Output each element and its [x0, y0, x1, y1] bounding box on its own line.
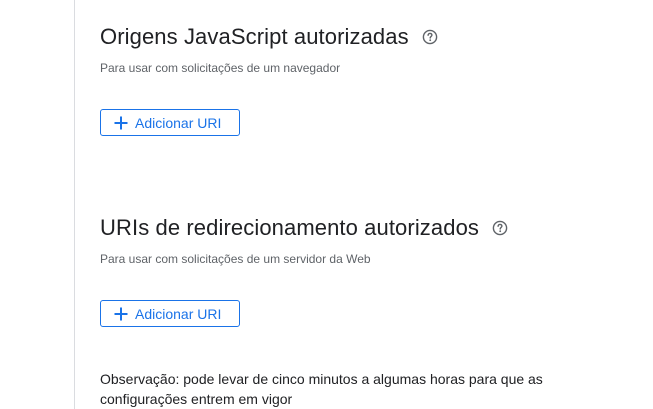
add-redirect-uri-button[interactable]: Adicionar URI — [100, 300, 240, 327]
add-js-origin-uri-button[interactable]: Adicionar URI — [100, 109, 240, 136]
left-divider — [74, 0, 75, 409]
add-js-origin-uri-label: Adicionar URI — [135, 114, 222, 131]
redirect-uris-section: URIs de redirecionamento autorizados Par… — [100, 213, 509, 327]
redirect-uris-heading-row: URIs de redirecionamento autorizados — [100, 213, 509, 243]
plus-icon — [114, 307, 128, 321]
js-origins-section: Origens JavaScript autorizadas Para usar… — [100, 22, 439, 136]
js-origins-description: Para usar com solicitações de um navegad… — [100, 61, 341, 75]
oauth-client-settings-page: Origens JavaScript autorizadas Para usar… — [0, 0, 653, 409]
plus-icon — [114, 116, 128, 130]
add-redirect-uri-label: Adicionar URI — [135, 305, 222, 322]
redirect-uris-title: URIs de redirecionamento autorizados — [100, 215, 480, 240]
js-origins-title: Origens JavaScript autorizadas — [100, 24, 409, 49]
propagation-note: Observação: pode levar de cinco minutos … — [100, 371, 543, 407]
redirect-uris-description: Para usar com solicitações de um servido… — [100, 252, 371, 266]
help-icon[interactable] — [491, 219, 509, 237]
help-icon[interactable] — [421, 28, 439, 46]
js-origins-heading-row: Origens JavaScript autorizadas — [100, 22, 439, 52]
